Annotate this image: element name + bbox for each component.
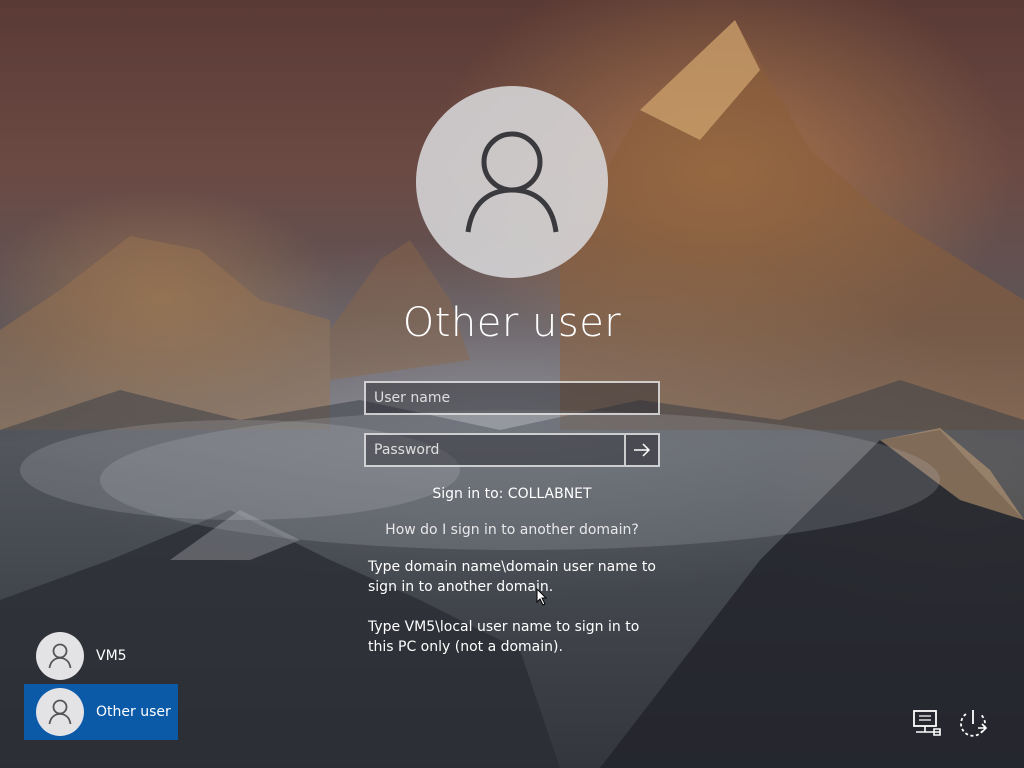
avatar (36, 688, 84, 736)
password-field-container (364, 433, 660, 467)
mouse-cursor-icon (536, 588, 548, 606)
arrow-right-icon (634, 443, 651, 457)
user-silhouette-icon (465, 131, 559, 233)
user-tile-vm5[interactable]: VM5 (24, 628, 178, 684)
another-domain-help-link[interactable]: How do I sign in to another domain? (0, 522, 1024, 538)
user-tile-label: VM5 (96, 648, 127, 664)
user-silhouette-icon (48, 699, 72, 725)
page-title: Other user (402, 300, 622, 346)
submit-button[interactable] (624, 435, 658, 465)
user-silhouette-icon (48, 643, 72, 669)
local-user-hint-text: Type VM5\local user name to sign in to t… (368, 619, 640, 655)
user-avatar-large (416, 86, 608, 278)
password-input[interactable] (366, 435, 628, 465)
user-tile-other-user[interactable]: Other user (24, 684, 178, 740)
username-input[interactable] (366, 383, 658, 413)
domain-hint-text: Type domain name\domain user name to sig… (368, 559, 656, 595)
username-field-container (364, 381, 660, 415)
sign-in-domain-label: Sign in to: COLLABNET (432, 486, 592, 502)
power-icon[interactable] (956, 706, 990, 740)
avatar (36, 632, 84, 680)
network-icon[interactable] (910, 706, 944, 740)
user-tile-label: Other user (96, 704, 171, 720)
